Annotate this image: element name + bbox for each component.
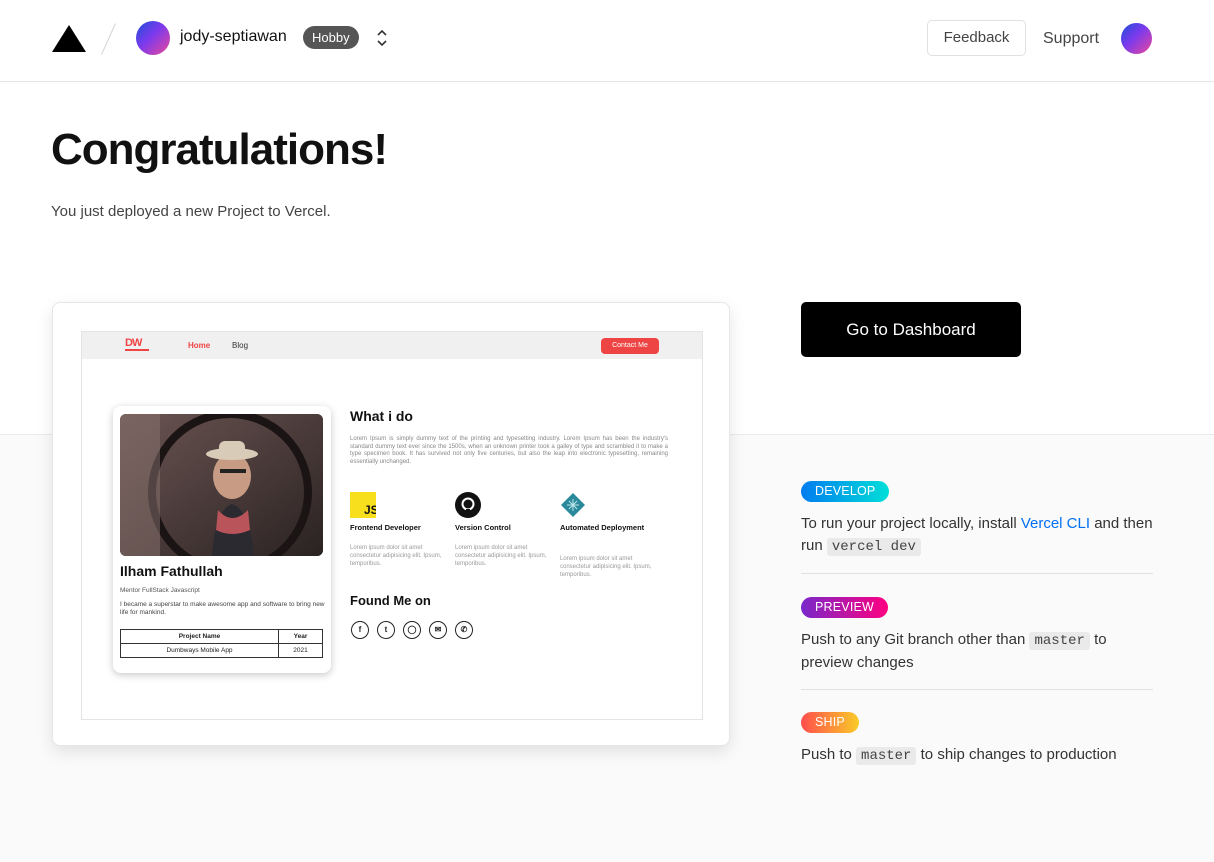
preview-profile-bio: I became a superstar to make awesome app… <box>120 601 325 616</box>
step-develop: DEVELOP To run your project locally, ins… <box>801 481 1153 558</box>
preview-contact-button: Contact Me <box>601 338 659 354</box>
step-preview: PREVIEW Push to any Git branch other tha… <box>801 597 1153 674</box>
twitter-icon: t <box>377 621 395 639</box>
skill-description: Lorem ipsum dolor sit amet consectetur a… <box>560 556 652 578</box>
profile-photo-illustration <box>120 414 323 556</box>
preview-instructions: Push to any Git branch other than master… <box>801 629 1153 674</box>
netlify-icon <box>561 493 585 517</box>
deployment-screenshot: DW Home Blog Contact Me Ilham Fathullah … <box>81 331 703 720</box>
user-avatar[interactable] <box>1121 23 1152 54</box>
preview-badge: PREVIEW <box>801 597 889 618</box>
page-subtitle: You just deployed a new Project to Verce… <box>51 203 331 220</box>
vercel-cli-link[interactable]: Vercel CLI <box>1021 515 1090 532</box>
instagram-icon: ◯ <box>403 621 421 639</box>
svg-text:JS: JS <box>364 503 376 517</box>
master-code: master <box>1029 632 1090 650</box>
preview-nav-home: Home <box>188 341 211 350</box>
step-divider <box>801 689 1153 690</box>
vercel-dev-code: vercel dev <box>826 538 921 556</box>
develop-text-part: To run your project locally, install <box>801 515 1021 532</box>
support-link[interactable]: Support <box>1043 30 1099 48</box>
preview-found-me-on-title: Found Me on <box>350 593 431 608</box>
team-name[interactable]: jody-septiawan <box>180 28 287 46</box>
preview-profile-role: Mentor FullStack Javascript <box>120 587 200 594</box>
go-to-dashboard-button[interactable]: Go to Dashboard <box>801 302 1021 357</box>
step-ship: SHIP Push to master to ship changes to p… <box>801 712 1153 767</box>
preview-profile-card: Ilham Fathullah Mentor FullStack Javascr… <box>113 406 331 673</box>
preview-site-logo: DW <box>125 337 142 349</box>
mail-icon: ✉ <box>429 621 447 639</box>
ship-text-part: Push to <box>801 746 857 763</box>
preview-profile-photo <box>120 414 323 556</box>
preview-profile-name: Ilham Fathullah <box>120 563 223 579</box>
table-cell-year: 2021 <box>278 643 323 658</box>
skill-description: Lorem ipsum dolor sit amet consectetur a… <box>350 545 442 567</box>
deployment-preview-card[interactable]: DW Home Blog Contact Me Ilham Fathullah … <box>52 302 730 746</box>
top-navbar: jody-septiawan Hobby Feedback Support <box>0 0 1214 82</box>
table-row: Dumbways Mobile App 2021 <box>120 643 323 658</box>
ship-badge: SHIP <box>801 712 859 733</box>
whatsapp-icon: ✆ <box>455 621 473 639</box>
vercel-logo-icon[interactable] <box>52 25 86 52</box>
table-header-year: Year <box>278 629 323 644</box>
step-divider <box>801 573 1153 574</box>
page-title: Congratulations! <box>51 125 388 174</box>
feedback-button[interactable]: Feedback <box>927 20 1026 56</box>
ship-instructions: Push to master to ship changes to produc… <box>801 744 1153 767</box>
skill-title: Frontend Developer <box>350 523 421 532</box>
preview-project-table: Project Name Year Dumbways Mobile App 20… <box>120 629 323 658</box>
preview-what-i-do-text: Lorem Ipsum is simply dummy text of the … <box>350 436 668 465</box>
preview-what-i-do-title: What i do <box>350 408 413 424</box>
table-header-project-name: Project Name <box>120 629 279 644</box>
github-icon <box>455 492 481 518</box>
plan-badge: Hobby <box>303 26 359 49</box>
master-code: master <box>856 747 917 765</box>
preview-site-navbar: DW Home Blog Contact Me <box>82 332 702 359</box>
ship-text-part: to ship changes to production <box>916 746 1117 763</box>
facebook-icon: f <box>351 621 369 639</box>
preview-nav-blog: Blog <box>232 341 249 350</box>
skill-title: Automated Deployment <box>560 523 645 532</box>
team-switcher-chevrons-icon[interactable] <box>372 26 392 50</box>
develop-instructions: To run your project locally, install Ver… <box>801 513 1153 558</box>
breadcrumb-separator <box>101 23 116 55</box>
skill-description: Lorem ipsum dolor sit amet consectetur a… <box>455 545 547 567</box>
preview-logo-underline <box>125 349 149 351</box>
preview-text-part: Push to any Git branch other than <box>801 631 1030 648</box>
table-cell-project-name: Dumbways Mobile App <box>120 643 279 658</box>
develop-badge: DEVELOP <box>801 481 890 502</box>
skill-title: Version Control <box>455 523 511 532</box>
team-avatar[interactable] <box>136 21 170 55</box>
javascript-icon: JS <box>350 492 376 518</box>
